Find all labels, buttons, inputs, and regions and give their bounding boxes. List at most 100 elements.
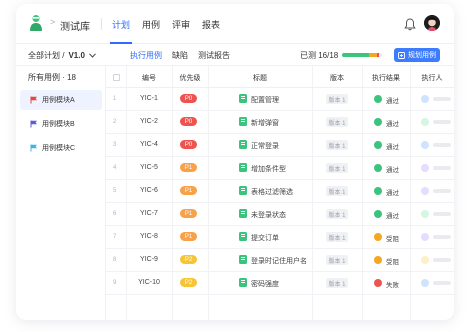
- bell-icon[interactable]: [404, 18, 416, 31]
- priority-badge: P1: [180, 209, 197, 218]
- tab-execute-cases[interactable]: 执行用例: [130, 50, 162, 61]
- priority-badge: P1: [180, 232, 197, 241]
- executor-avatar: [421, 118, 429, 126]
- version-tag: 版本 1: [326, 140, 348, 150]
- table-row[interactable]: 3 YIC-4 P0 正常登录 版本 1 通过: [106, 134, 454, 157]
- sidebar-item-module-a[interactable]: 用例模块A: [20, 90, 102, 110]
- sidebar: 所有用例 · 18 用例模块A 用例模块B 用例模块C: [16, 66, 106, 320]
- priority-badge: P1: [180, 186, 197, 195]
- column-header-version[interactable]: 版本: [312, 73, 362, 83]
- logo-icon: [30, 15, 42, 31]
- case-title[interactable]: 未登录状态: [251, 210, 286, 220]
- top-bar: > 测试库 计划 用例 评审 报表: [16, 4, 454, 44]
- result-label[interactable]: 受阻: [386, 233, 399, 243]
- case-id[interactable]: YIC-10: [126, 279, 172, 286]
- column-header-id[interactable]: 编号: [126, 73, 172, 83]
- tab-review[interactable]: 评审: [172, 18, 190, 31]
- avatar-icon: [424, 15, 440, 31]
- result-label[interactable]: 通过: [386, 141, 399, 151]
- tab-report[interactable]: 报表: [202, 18, 220, 31]
- result-label[interactable]: 通过: [386, 118, 399, 128]
- case-title[interactable]: 密码强度: [251, 279, 279, 289]
- case-title[interactable]: 新增弹窗: [251, 118, 279, 128]
- sidebar-item-module-c[interactable]: 用例模块C: [20, 138, 102, 158]
- table-row[interactable]: 2 YIC-2 P0 新增弹窗 版本 1 通过: [106, 111, 454, 134]
- executor-avatar: [421, 233, 429, 241]
- flag-icon: [30, 96, 37, 104]
- version-tag: 版本 1: [326, 232, 348, 242]
- select-all-checkbox[interactable]: [113, 74, 120, 81]
- main-tabs: 计划 用例 评审 报表: [109, 18, 220, 44]
- case-id[interactable]: YIC-2: [126, 118, 172, 125]
- table-row[interactable]: 4 YIC-5 P1 增加条件型 版本 1 通过: [106, 157, 454, 180]
- row-number: 9: [113, 280, 117, 286]
- sidebar-item-label: 用例模块A: [42, 97, 75, 104]
- priority-badge: P1: [180, 163, 197, 172]
- priority-badge: P2: [180, 278, 197, 287]
- case-id[interactable]: YIC-7: [126, 210, 172, 217]
- case-title[interactable]: 提交订单: [251, 233, 279, 243]
- case-title[interactable]: 配置管理: [251, 95, 279, 105]
- result-status-icon: [374, 95, 382, 103]
- result-status-icon: [374, 187, 382, 195]
- result-label[interactable]: 通过: [386, 95, 399, 105]
- row-number: 8: [113, 257, 117, 263]
- breadcrumb-separator: >: [50, 17, 56, 27]
- case-icon: [239, 278, 247, 287]
- progress-fail: [376, 53, 380, 57]
- table-row[interactable]: 1 YIC-1 P0 配置管理 版本 1 通过: [106, 88, 454, 111]
- plan-cases-button[interactable]: 规划用例: [394, 48, 440, 62]
- result-label[interactable]: 失败: [386, 279, 399, 289]
- result-status-icon: [374, 233, 382, 241]
- result-label[interactable]: 受阻: [386, 256, 399, 266]
- case-title[interactable]: 正常登录: [251, 141, 279, 151]
- sidebar-item-label: 用例模块B: [42, 121, 75, 128]
- table-row[interactable]: 7 YIC-8 P1 提交订单 版本 1 受阻: [106, 226, 454, 249]
- row-number: 1: [113, 96, 117, 102]
- progress-blocked: [368, 53, 377, 57]
- priority-badge: P2: [180, 255, 197, 264]
- case-id[interactable]: YIC-5: [126, 164, 172, 171]
- avatar[interactable]: [424, 15, 440, 31]
- case-title[interactable]: 登录时记住用户名: [251, 256, 307, 266]
- table-row[interactable]: 6 YIC-7 P1 未登录状态 版本 1 通过: [106, 203, 454, 226]
- plan-version: V1.0: [68, 51, 85, 60]
- tab-defects[interactable]: 缺陷: [172, 50, 188, 61]
- row-number: 4: [113, 165, 117, 171]
- version-tag: 版本 1: [326, 117, 348, 127]
- executor-name-placeholder: [433, 258, 451, 262]
- result-label[interactable]: 通过: [386, 210, 399, 220]
- tab-cases[interactable]: 用例: [142, 18, 160, 31]
- app-title: 测试库: [60, 22, 90, 33]
- executor-avatar: [421, 256, 429, 264]
- case-id[interactable]: YIC-4: [126, 141, 172, 148]
- case-id[interactable]: YIC-9: [126, 256, 172, 263]
- sidebar-item-module-b[interactable]: 用例模块B: [20, 114, 102, 134]
- column-header-executor[interactable]: 执行人: [410, 73, 454, 83]
- tab-plan[interactable]: 计划: [109, 18, 133, 44]
- result-label[interactable]: 通过: [386, 187, 399, 197]
- result-label[interactable]: 通过: [386, 164, 399, 174]
- case-id[interactable]: YIC-6: [126, 187, 172, 194]
- column-header-result[interactable]: 执行结果: [362, 73, 410, 83]
- case-title[interactable]: 增加条件型: [251, 164, 286, 174]
- case-id[interactable]: YIC-8: [126, 233, 172, 240]
- case-title[interactable]: 表格过滤筛选: [251, 187, 293, 197]
- table-row[interactable]: 9 YIC-10 P2 密码强度 版本 1 失败: [106, 272, 454, 295]
- row-number: 7: [113, 234, 117, 240]
- row-number: 2: [113, 119, 117, 125]
- divider: [101, 18, 102, 30]
- version-tag: 版本 1: [326, 163, 348, 173]
- sidebar-all-cases[interactable]: 所有用例 · 18: [28, 72, 76, 83]
- table-row[interactable]: 8 YIC-9 P2 登录时记住用户名 版本 1 受阻: [106, 249, 454, 272]
- table-row[interactable]: 5 YIC-6 P1 表格过滤筛选 版本 1 通过: [106, 180, 454, 203]
- row-number: 6: [113, 211, 117, 217]
- column-header-priority[interactable]: 优先级: [172, 73, 208, 83]
- plan-selector[interactable]: 全部计划 / V1.0: [28, 50, 96, 61]
- case-id[interactable]: YIC-1: [126, 95, 172, 102]
- flag-icon: [30, 120, 37, 128]
- tab-test-report[interactable]: 测试报告: [198, 50, 230, 61]
- case-icon: [239, 163, 247, 172]
- executor-name-placeholder: [433, 120, 451, 124]
- column-header-title[interactable]: 标题: [208, 73, 312, 83]
